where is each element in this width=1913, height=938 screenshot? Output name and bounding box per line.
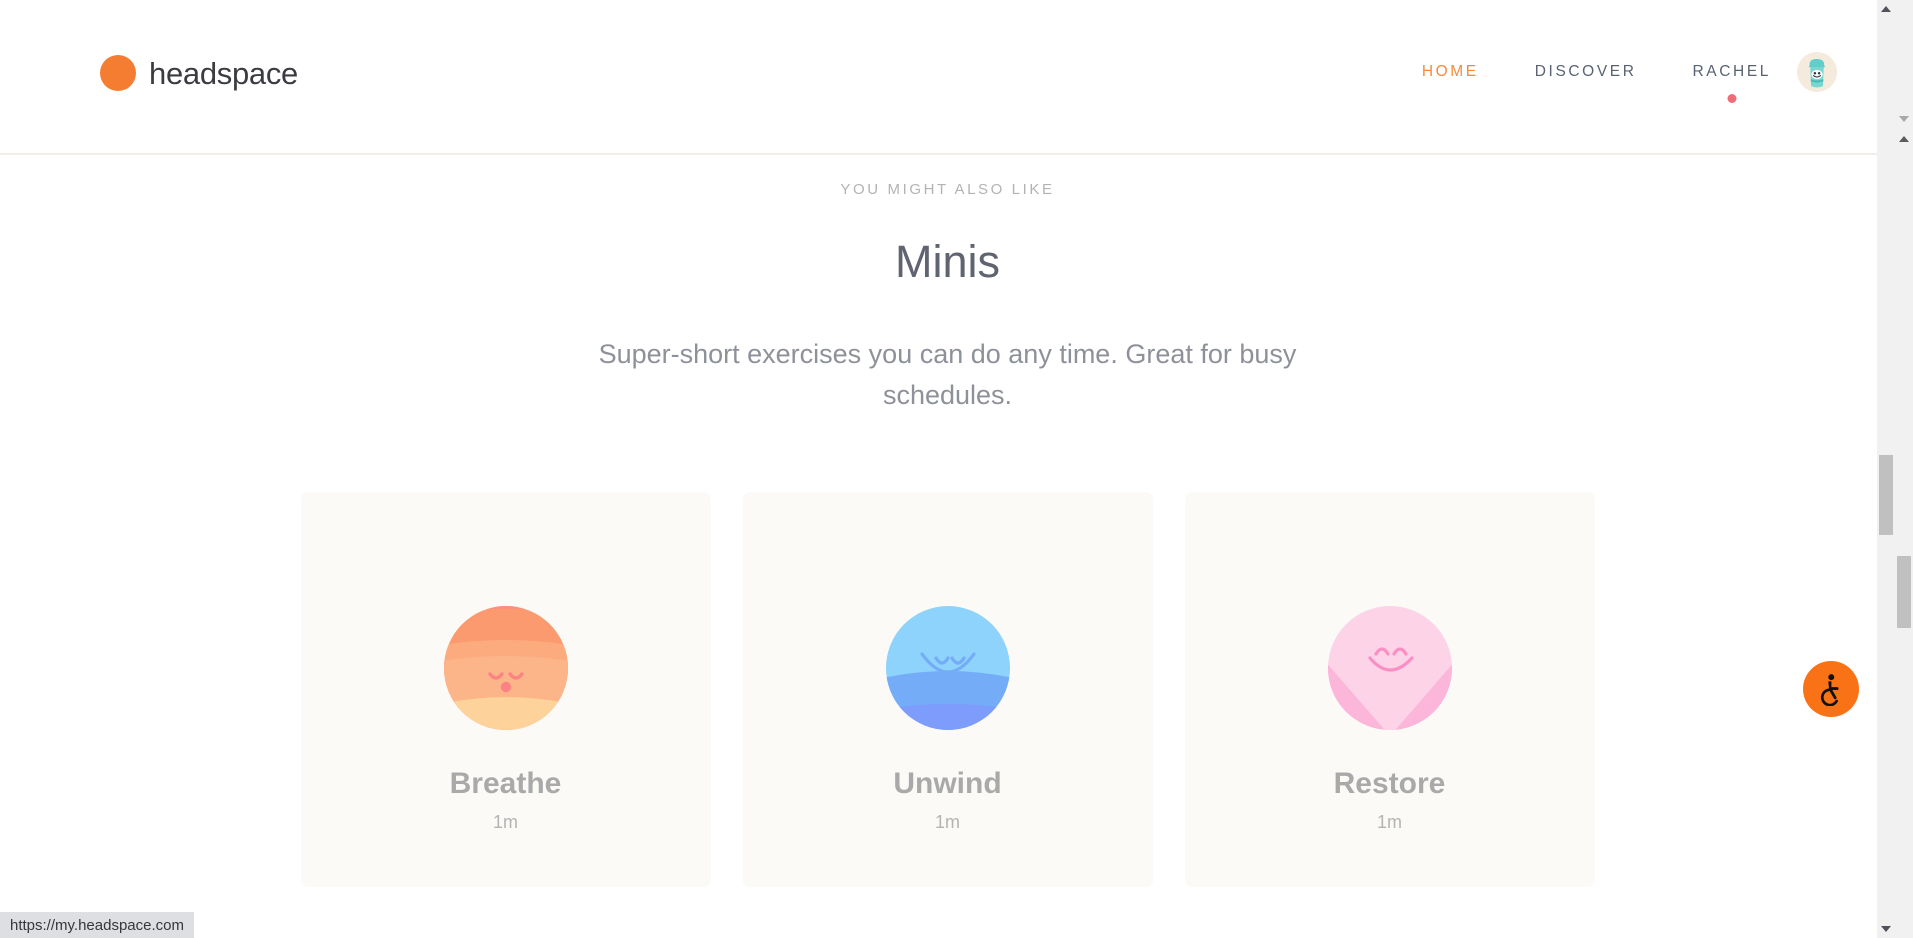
section-eyebrow: YOU MIGHT ALSO LIKE (0, 181, 1895, 198)
browser-scroll-down-button[interactable] (1895, 110, 1913, 128)
mini-card-title: Unwind (743, 767, 1153, 801)
section-description: Super-short exercises you can do any tim… (568, 334, 1328, 416)
scroll-down-arrow-icon (1881, 926, 1891, 932)
status-bar-url: https://my.headspace.com (0, 912, 194, 938)
headspace-logo-dot (100, 55, 136, 91)
mini-card-title: Restore (1185, 767, 1595, 801)
headspace-logo[interactable]: headspace (100, 55, 298, 91)
page-scrollbar[interactable] (1877, 0, 1895, 938)
scroll-up-arrow-icon (1899, 136, 1909, 142)
mini-card-duration: 1m (743, 812, 1153, 833)
scroll-up-arrow-icon (1881, 6, 1891, 12)
mini-card-duration: 1m (301, 812, 711, 833)
page-title: Minis (0, 236, 1895, 288)
browser-scrollbar-thumb[interactable] (1897, 556, 1911, 628)
mini-card-unwind[interactable]: Unwind 1m (743, 492, 1153, 887)
minis-section: YOU MIGHT ALSO LIKE Minis Super-short ex… (0, 155, 1895, 887)
breathe-sleeping-face-orb-icon (424, 586, 588, 750)
user-avatar-character-icon (1797, 52, 1837, 92)
minis-card-row: Breathe 1m (0, 492, 1895, 887)
headspace-wordmark: headspace (149, 58, 298, 89)
scroll-down-arrow-icon (1899, 116, 1909, 122)
page-content: headspace HOME DISCOVER RACHEL (0, 0, 1895, 938)
page-scroll-up-button[interactable] (1877, 0, 1895, 18)
mini-card-duration: 1m (1185, 812, 1595, 833)
site-header: headspace HOME DISCOVER RACHEL (0, 0, 1895, 155)
mini-card-restore[interactable]: Restore 1m (1185, 492, 1595, 887)
page-scrollbar-thumb[interactable] (1879, 455, 1893, 535)
main-navigation: HOME DISCOVER RACHEL (1366, 52, 1837, 92)
avatar[interactable] (1797, 52, 1837, 92)
browser-viewport: headspace HOME DISCOVER RACHEL (0, 0, 1913, 938)
nav-link-discover[interactable]: DISCOVER (1535, 57, 1637, 87)
accessibility-button[interactable] (1803, 661, 1859, 717)
page-scroll-down-button[interactable] (1877, 920, 1895, 938)
unwind-smiling-face-orb-icon (866, 586, 1030, 750)
mini-card-title: Breathe (301, 767, 711, 801)
nav-link-home[interactable]: HOME (1422, 57, 1479, 87)
wheelchair-accessibility-icon (1814, 672, 1848, 706)
browser-scroll-up-button[interactable] (1895, 130, 1913, 148)
mini-card-breathe[interactable]: Breathe 1m (301, 492, 711, 887)
nav-link-rachel[interactable]: RACHEL (1693, 57, 1771, 87)
browser-scrollbar[interactable] (1895, 0, 1913, 938)
restore-smiling-face-gem-icon (1308, 586, 1472, 750)
